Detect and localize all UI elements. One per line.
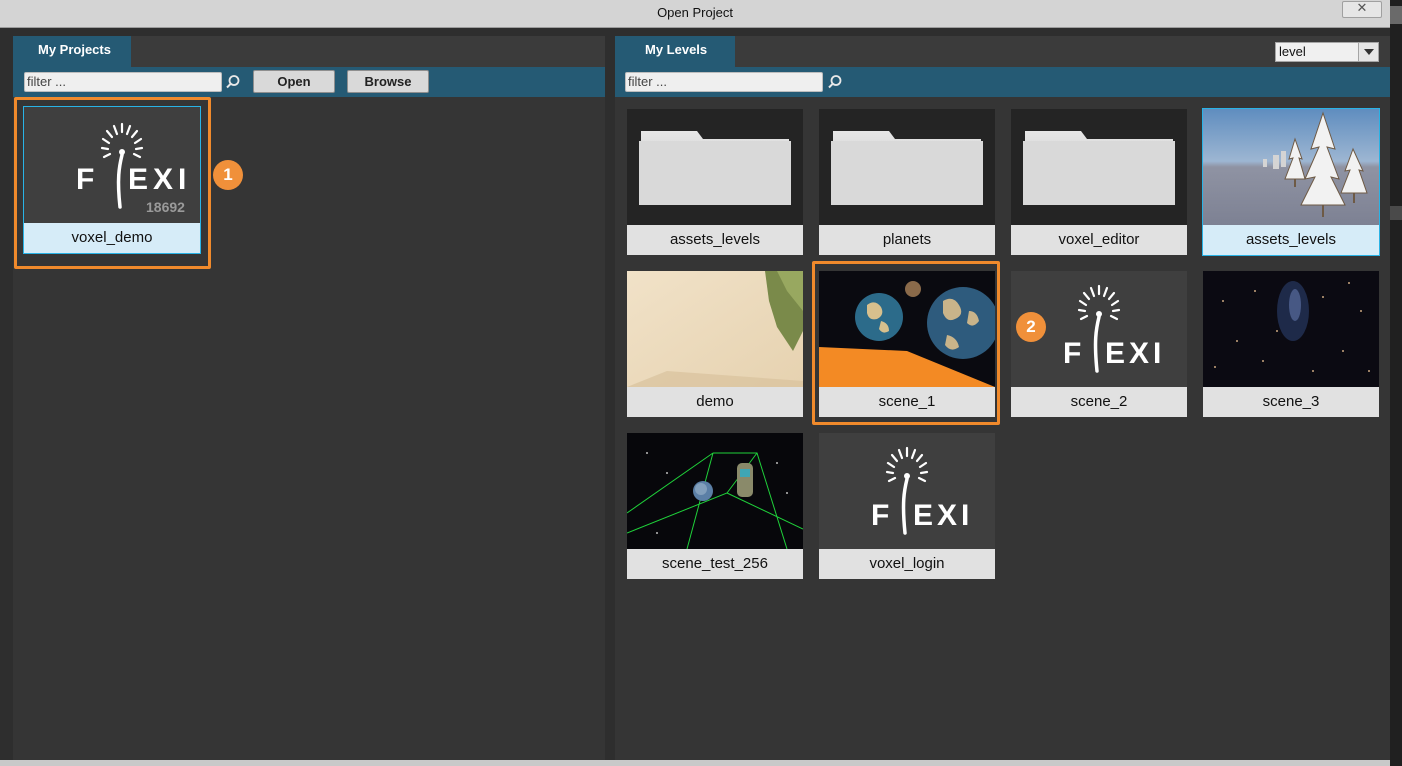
level-tile[interactable]: voxel_editor — [1011, 109, 1187, 255]
level-tile[interactable]: assets_levels — [627, 109, 803, 255]
level-name-label: voxel_login — [819, 549, 995, 579]
folder-icon — [1011, 109, 1187, 225]
browse-button[interactable]: Browse — [347, 70, 429, 93]
edge-tick — [1390, 6, 1402, 24]
level-name-label: assets_levels — [627, 225, 803, 255]
level-name-label: assets_levels — [1203, 225, 1379, 255]
projects-filter-input[interactable]: filter ... — [24, 72, 222, 92]
levels-header: My Levels level — [615, 36, 1390, 67]
highlight-box-level — [812, 261, 1000, 425]
level-name-label: planets — [819, 225, 995, 255]
flexi-logo-icon: F EXI — [819, 433, 995, 549]
dialog-title: Open Project — [657, 5, 733, 20]
projects-panel: My Projects filter ... Open Browse F EXI… — [13, 36, 605, 760]
open-project-dialog: Open Project ✕ My Projects filter ... Op… — [0, 0, 1402, 766]
tab-my-projects[interactable]: My Projects — [13, 36, 131, 67]
right-edge-strip — [1390, 0, 1402, 766]
level-type-select[interactable]: level — [1275, 42, 1379, 62]
edge-tick — [1390, 206, 1402, 220]
close-button[interactable]: ✕ — [1342, 1, 1382, 18]
svg-text:EXI: EXI — [1105, 337, 1165, 370]
folder-icon — [627, 109, 803, 225]
level-tile[interactable]: F EXI voxel_login — [819, 433, 995, 579]
highlight-box-project — [14, 97, 211, 269]
desert-scene-thumbnail — [627, 271, 803, 387]
level-tile[interactable]: scene_test_256 — [627, 433, 803, 579]
level-name-label: scene_2 — [1011, 387, 1187, 417]
nebula-scene-thumbnail — [1203, 271, 1379, 387]
levels-toolbar: filter ... — [615, 67, 1390, 97]
chevron-down-icon[interactable] — [1358, 43, 1378, 61]
annotation-badge-2: 2 — [1016, 312, 1046, 342]
level-name-label: scene_3 — [1203, 387, 1379, 417]
levels-panel: My Levels level filter ... assets_levels… — [615, 36, 1390, 760]
search-icon[interactable] — [225, 74, 241, 90]
level-name-label: demo — [627, 387, 803, 417]
open-button[interactable]: Open — [253, 70, 335, 93]
annotation-badge-1: 1 — [213, 160, 243, 190]
level-tile[interactable]: planets — [819, 109, 995, 255]
svg-text:F: F — [871, 499, 889, 532]
projects-header: My Projects — [13, 36, 605, 67]
svg-text:F: F — [1063, 337, 1081, 370]
snow-trees-scene-thumbnail — [1203, 109, 1379, 225]
bottom-edge — [0, 760, 1390, 766]
level-tile[interactable]: assets_levels — [1202, 108, 1380, 256]
projects-toolbar: filter ... Open Browse — [13, 67, 605, 97]
level-type-value: level — [1279, 44, 1306, 59]
space-wireframe-scene-thumbnail — [627, 433, 803, 549]
level-tile[interactable]: F EXI scene_2 — [1011, 271, 1187, 417]
search-icon[interactable] — [827, 74, 843, 90]
level-tile[interactable]: scene_3 — [1203, 271, 1379, 417]
level-name-label: scene_test_256 — [627, 549, 803, 579]
level-tile[interactable]: demo — [627, 271, 803, 417]
folder-icon — [819, 109, 995, 225]
level-name-label: voxel_editor — [1011, 225, 1187, 255]
title-bar: Open Project ✕ — [0, 0, 1390, 28]
tab-my-levels[interactable]: My Levels — [615, 36, 735, 67]
levels-filter-input[interactable]: filter ... — [625, 72, 823, 92]
svg-text:EXI: EXI — [913, 499, 973, 532]
